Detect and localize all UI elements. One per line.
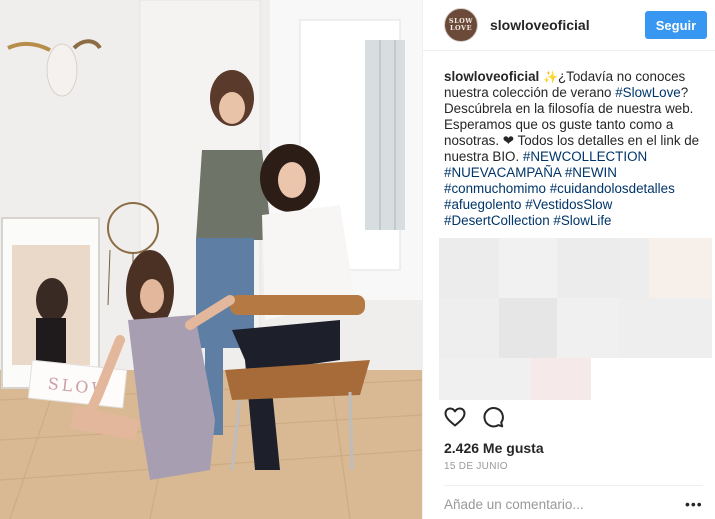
likes-count[interactable]: 2.426 Me gusta xyxy=(444,440,544,456)
header-username[interactable]: slowloveoficial xyxy=(490,17,645,33)
more-options-icon[interactable]: ••• xyxy=(685,496,703,512)
comment-input[interactable] xyxy=(444,494,674,514)
hashtag-slowlife[interactable]: #SlowLife xyxy=(553,213,611,228)
hashtag-slowlove[interactable]: #SlowLove xyxy=(615,85,681,100)
divider xyxy=(444,485,703,486)
caption-username[interactable]: slowloveoficial xyxy=(444,69,539,84)
comment-icon[interactable] xyxy=(481,405,505,429)
heart-icon[interactable] xyxy=(443,405,467,429)
post-header: SLOW LOVE slowloveoficial Seguir xyxy=(423,0,715,51)
post-actions xyxy=(443,405,505,429)
post-sidebar: SLOW LOVE slowloveoficial Seguir slowlov… xyxy=(422,0,715,519)
sparkle-emoji: ✨ xyxy=(543,70,558,84)
photo-illustration: SLOW xyxy=(0,0,422,519)
hashtag-conmuchomimo[interactable]: #conmuchomimo xyxy=(444,181,546,196)
post-caption: slowloveoficial ✨¿Todavía no conoces nue… xyxy=(423,51,715,229)
hashtag-nuevacampana[interactable]: #NUEVACAMPAÑA xyxy=(444,165,561,180)
follow-button[interactable]: Seguir xyxy=(645,11,707,39)
avatar[interactable]: SLOW LOVE xyxy=(444,8,478,42)
hashtag-desertcollection[interactable]: #DesertCollection xyxy=(444,213,550,228)
avatar-text-line-2: LOVE xyxy=(449,24,473,32)
hashtag-newcollection[interactable]: #NEWCOLLECTION xyxy=(523,149,647,164)
post-photo[interactable]: SLOW xyxy=(0,0,422,519)
post-date[interactable]: 15 DE JUNIO xyxy=(444,461,508,472)
hashtag-newin[interactable]: #NEWIN xyxy=(565,165,617,180)
hashtag-afuegolento[interactable]: #afuegolento xyxy=(444,197,521,212)
hashtag-cuidandolosdetalles[interactable]: #cuidandolosdetalles xyxy=(550,181,675,196)
hashtag-vestidosslow[interactable]: #VestidosSlow xyxy=(525,197,612,212)
